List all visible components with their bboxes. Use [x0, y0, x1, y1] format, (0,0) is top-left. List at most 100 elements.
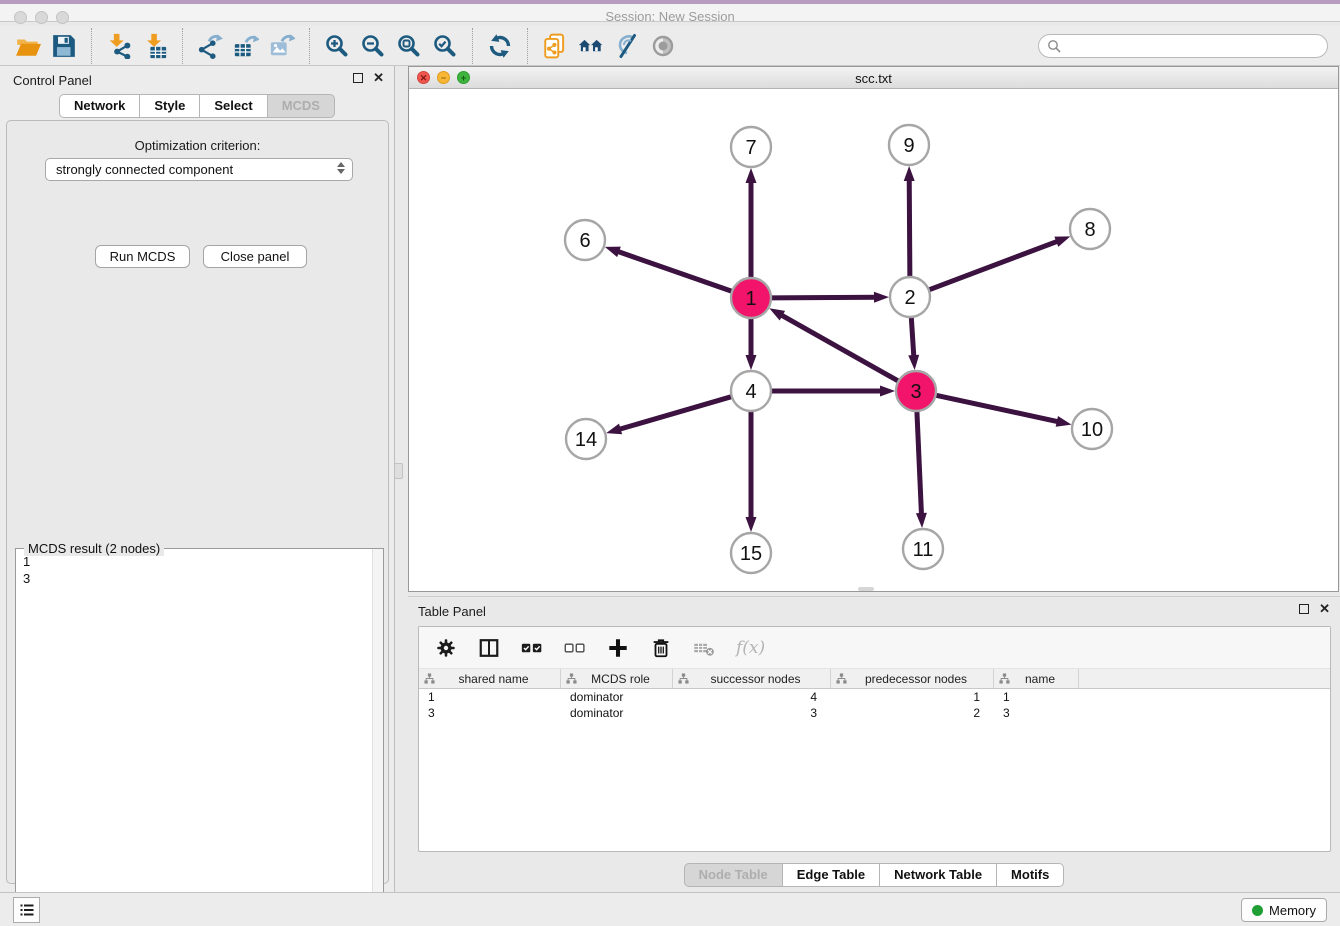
delete-column-icon	[650, 637, 672, 659]
refresh-button[interactable]	[482, 29, 518, 63]
control-panel-title: Control Panel	[13, 73, 92, 88]
tab-node-table[interactable]: Node Table	[684, 863, 783, 887]
edge-2-3[interactable]	[911, 317, 914, 358]
float-panel-icon[interactable]	[353, 73, 363, 83]
table-row[interactable]: 1dominator411	[419, 689, 1330, 705]
edge-3-1[interactable]	[780, 314, 899, 381]
memory-button[interactable]: Memory	[1241, 898, 1327, 922]
edge-arrowhead	[746, 517, 757, 532]
zoom-fit-button[interactable]	[391, 29, 427, 63]
table-panel-title: Table Panel	[418, 604, 486, 619]
float-table-panel-icon[interactable]	[1299, 604, 1309, 614]
function-builder-button[interactable]: f(x)	[736, 638, 765, 658]
edge-4-14[interactable]	[618, 397, 732, 430]
add-column-button[interactable]	[607, 637, 629, 659]
select-all-columns-icon	[521, 637, 543, 659]
criterion-select-value: strongly connected component	[56, 162, 233, 177]
cell-predecessor-nodes[interactable]: 2	[831, 705, 994, 721]
column-header-MCDS-role[interactable]: MCDS role	[561, 669, 673, 688]
cell-shared-name[interactable]: 3	[419, 705, 561, 721]
tab-network-table[interactable]: Network Table	[880, 863, 997, 887]
tab-mcds[interactable]: MCDS	[268, 94, 335, 118]
mcds-tab-content: Optimization criterion: strongly connect…	[6, 120, 389, 884]
zoom-in-button[interactable]	[319, 29, 355, 63]
edge-3-10[interactable]	[936, 395, 1060, 422]
criterion-select[interactable]: strongly connected component	[45, 158, 353, 181]
column-header-predecessor-nodes[interactable]: predecessor nodes	[831, 669, 994, 688]
tab-network[interactable]: Network	[59, 94, 140, 118]
select-all-columns-button[interactable]	[521, 637, 543, 659]
cell-name[interactable]: 1	[994, 689, 1079, 705]
cell-predecessor-nodes[interactable]: 1	[831, 689, 994, 705]
tab-select[interactable]: Select	[200, 94, 267, 118]
delete-table-button[interactable]	[693, 637, 715, 659]
edge-3-11[interactable]	[917, 411, 922, 516]
split-column-button[interactable]	[478, 637, 500, 659]
edge-2-9[interactable]	[909, 178, 910, 277]
cell-MCDS-role[interactable]: dominator	[561, 689, 673, 705]
home-button[interactable]	[573, 29, 609, 63]
style-button[interactable]	[609, 29, 645, 63]
panel-splitter-handle[interactable]	[394, 463, 403, 479]
edge-1-6[interactable]	[616, 251, 732, 292]
export-image-button[interactable]	[264, 29, 300, 63]
cell-name[interactable]: 3	[994, 705, 1079, 721]
deselect-all-columns-button[interactable]	[564, 637, 586, 659]
result-scrollbar[interactable]	[372, 549, 383, 926]
import-network-button[interactable]	[101, 29, 137, 63]
split-column-icon	[478, 637, 500, 659]
close-panel-button[interactable]: Close panel	[203, 245, 307, 268]
column-header-successor-nodes[interactable]: successor nodes	[673, 669, 831, 688]
close-table-panel-icon[interactable]: ✕	[1319, 604, 1330, 614]
table-panel-header: Table Panel ✕	[408, 597, 1340, 625]
save-session-button[interactable]	[46, 29, 82, 63]
tab-edge-table[interactable]: Edge Table	[783, 863, 880, 887]
control-panel-header: Control Panel ✕	[0, 66, 394, 94]
network-canvas[interactable]: 7968124314101511	[409, 89, 1338, 591]
close-panel-icon[interactable]: ✕	[373, 73, 384, 83]
table-toolbar: f(x)	[419, 627, 1330, 669]
cell-successor-nodes[interactable]: 3	[673, 705, 831, 721]
eye-button[interactable]	[645, 29, 681, 63]
window-resize-handle[interactable]	[858, 587, 874, 591]
cell-shared-name[interactable]: 1	[419, 689, 561, 705]
table-row[interactable]: 3dominator323	[419, 705, 1330, 721]
zoom-selected-button[interactable]	[427, 29, 463, 63]
edge-2-8[interactable]	[929, 241, 1059, 290]
tab-style[interactable]: Style	[140, 94, 200, 118]
column-sort-icon	[999, 673, 1010, 684]
column-header-name[interactable]: name	[994, 669, 1079, 688]
node-label-15: 15	[740, 543, 762, 565]
node-label-6: 6	[579, 230, 590, 252]
cell-successor-nodes[interactable]: 4	[673, 689, 831, 705]
import-table-button[interactable]	[137, 29, 173, 63]
export-network-button[interactable]	[192, 29, 228, 63]
open-session-button[interactable]	[10, 29, 46, 63]
toolbar-separator	[182, 28, 183, 64]
node-table-container: f(x) shared nameMCDS rolesuccessor nodes…	[418, 626, 1331, 852]
run-mcds-button[interactable]: Run MCDS	[95, 245, 190, 268]
clone-network-button[interactable]	[537, 29, 573, 63]
gear-button[interactable]	[435, 637, 457, 659]
network-window-titlebar[interactable]: ✕ − + scc.txt	[409, 67, 1338, 89]
import-network-icon	[106, 33, 132, 59]
cell-MCDS-role[interactable]: dominator	[561, 705, 673, 721]
memory-status-icon	[1252, 905, 1263, 916]
toolbar-separator	[527, 28, 528, 64]
mcds-result-text[interactable]: 1 3	[17, 553, 371, 926]
delete-column-button[interactable]	[650, 637, 672, 659]
search-input[interactable]	[1061, 37, 1327, 55]
task-list-icon	[19, 902, 35, 918]
network-graph: 7968124314101511	[409, 89, 1338, 591]
add-column-icon	[607, 637, 629, 659]
search-field[interactable]	[1038, 34, 1328, 58]
tab-motifs[interactable]: Motifs	[997, 863, 1064, 887]
edge-1-2[interactable]	[771, 297, 877, 298]
task-history-button[interactable]	[13, 897, 40, 923]
export-table-button[interactable]	[228, 29, 264, 63]
edge-arrowhead	[908, 355, 919, 370]
column-header-shared-name[interactable]: shared name	[419, 669, 561, 688]
zoom-out-button[interactable]	[355, 29, 391, 63]
clone-network-icon	[542, 33, 568, 59]
table-header-row: shared nameMCDS rolesuccessor nodesprede…	[419, 669, 1330, 689]
